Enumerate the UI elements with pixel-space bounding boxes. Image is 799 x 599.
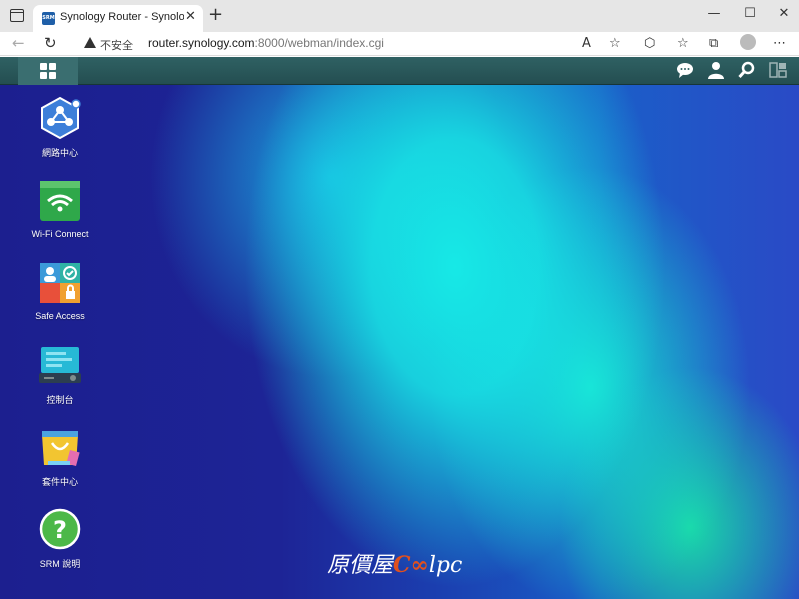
- url-path: :8000/webman/index.cgi: [254, 36, 384, 50]
- security-warning-label[interactable]: 不安全: [100, 37, 133, 53]
- tab-close-icon[interactable]: ✕: [185, 9, 196, 24]
- browser-tab[interactable]: SRM Synology Router - SynologyRouter ✕: [33, 5, 203, 32]
- main-menu-button[interactable]: [18, 57, 78, 85]
- watermark-text-prefix: 原價屋: [327, 553, 394, 578]
- watermark-infinity: ∞: [410, 552, 429, 578]
- watermark-text-suffix: lpc: [428, 553, 463, 578]
- safe-access-icon: [38, 261, 82, 305]
- svg-text:?: ?: [53, 516, 67, 544]
- url-host: router.synology.com: [148, 36, 255, 50]
- network-center-icon: [38, 96, 82, 140]
- address-bar: ← ↻ 不安全 router.synology.com:8000/webman/…: [0, 32, 799, 56]
- app-network-center[interactable]: 網路中心: [14, 96, 106, 159]
- widgets-icon[interactable]: [768, 61, 788, 81]
- watermark-logo: 原價屋C∞lpc: [327, 547, 462, 579]
- package-center-icon: [38, 425, 82, 469]
- app-srm-help[interactable]: ? SRM 說明: [14, 507, 106, 570]
- maximize-button[interactable]: ☐: [740, 6, 760, 21]
- app-label: Safe Access: [35, 311, 85, 321]
- app-label: 網路中心: [41, 148, 78, 158]
- notifications-chat-icon[interactable]: [675, 61, 695, 81]
- srm-desktop: 網路中心 Wi-Fi Connect Safe Access 控制台 套件中心 …: [0, 57, 799, 599]
- close-window-button[interactable]: ✕: [774, 6, 794, 21]
- new-tab-button[interactable]: +: [208, 4, 223, 25]
- app-package-center[interactable]: 套件中心: [14, 425, 106, 488]
- srm-taskbar: [0, 57, 799, 85]
- app-label: 控制台: [46, 395, 74, 405]
- extensions-icon[interactable]: ⬡: [644, 36, 655, 51]
- favorite-add-icon[interactable]: ☆: [609, 36, 621, 51]
- tab-actions-icon[interactable]: [10, 9, 24, 22]
- search-icon[interactable]: [737, 61, 757, 81]
- app-label: 套件中心: [41, 477, 78, 487]
- url-text[interactable]: router.synology.com:8000/webman/index.cg…: [148, 36, 384, 50]
- app-label: SRM 說明: [39, 559, 81, 569]
- synology-favicon-icon: SRM: [42, 12, 55, 25]
- more-options-icon[interactable]: ⋯: [773, 36, 786, 51]
- wifi-connect-icon: [38, 179, 82, 223]
- tab-title: Synology Router - SynologyRouter: [60, 11, 184, 23]
- watermark-c: C: [393, 552, 411, 578]
- warning-icon[interactable]: [84, 37, 96, 48]
- help-icon: ?: [38, 507, 82, 551]
- app-wifi-connect[interactable]: Wi-Fi Connect: [14, 179, 106, 239]
- minimize-button[interactable]: —: [704, 6, 724, 21]
- refresh-icon[interactable]: ↻: [44, 34, 57, 52]
- back-icon[interactable]: ←: [12, 34, 25, 52]
- profile-avatar[interactable]: [740, 34, 756, 50]
- main-menu-icon: [40, 63, 56, 79]
- browser-tab-bar: SRM Synology Router - SynologyRouter ✕ +…: [0, 0, 799, 32]
- collections-icon[interactable]: ⧉: [709, 36, 718, 51]
- app-safe-access[interactable]: Safe Access: [14, 261, 106, 321]
- control-panel-icon: [38, 343, 82, 387]
- app-label: Wi-Fi Connect: [31, 229, 89, 239]
- read-aloud-icon[interactable]: A: [582, 36, 591, 51]
- user-icon[interactable]: [706, 61, 726, 81]
- favorites-icon[interactable]: ☆: [677, 36, 689, 51]
- app-control-panel[interactable]: 控制台: [14, 343, 106, 406]
